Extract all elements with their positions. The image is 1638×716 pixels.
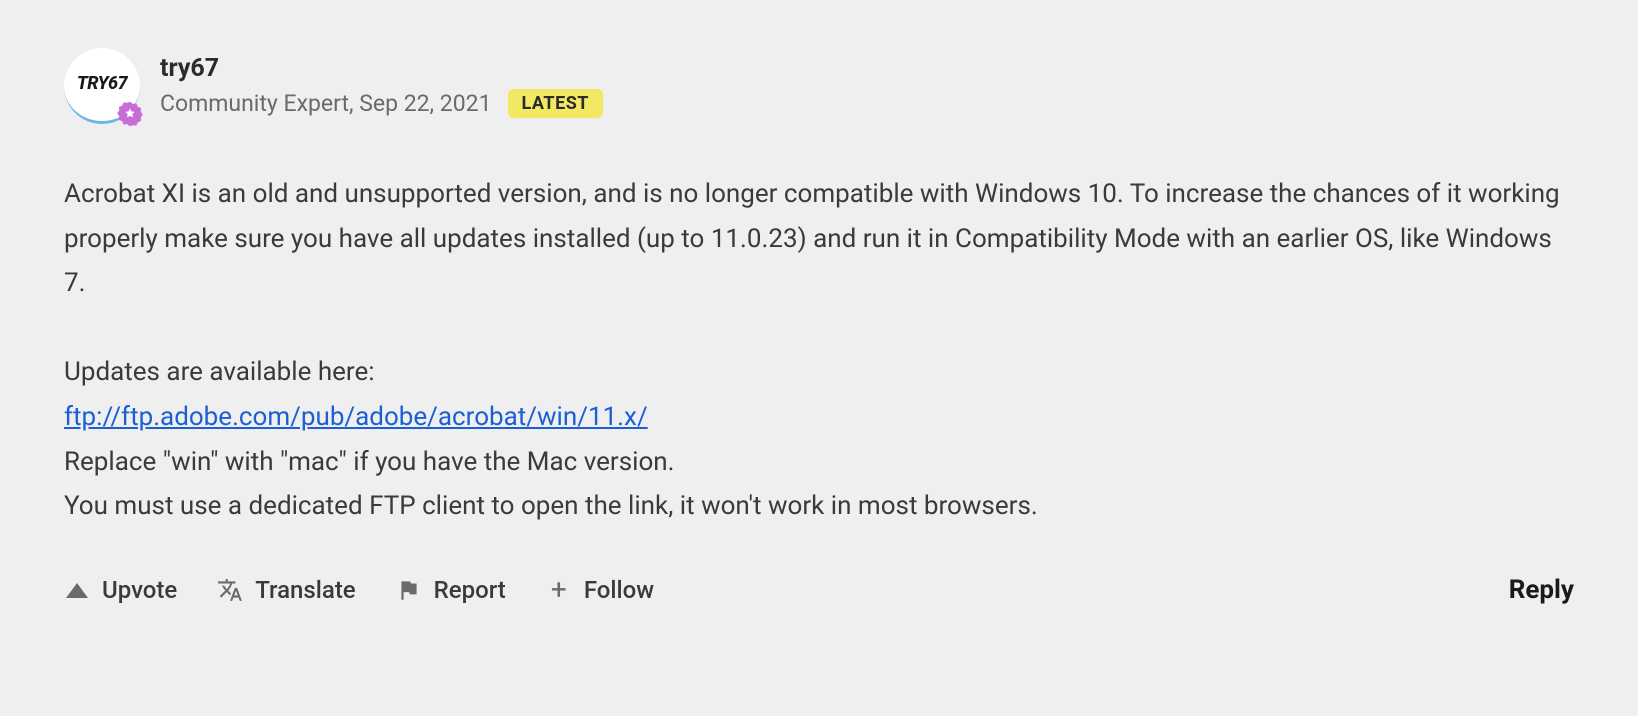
post-actions: Upvote Translate Report + Follow: [64, 576, 654, 604]
avatar-container[interactable]: TRY67: [64, 48, 140, 124]
body-paragraph: Replace "win" with "mac" if you have the…: [64, 440, 1574, 485]
translate-button[interactable]: Translate: [217, 576, 355, 604]
username-link[interactable]: try67: [160, 54, 603, 83]
flag-icon: [396, 577, 422, 603]
post-body: Acrobat XI is an old and unsupported ver…: [64, 172, 1574, 529]
translate-icon: [217, 577, 243, 603]
avatar-text: TRY67: [77, 75, 127, 93]
upvote-icon: [64, 577, 90, 603]
post-meta: try67 Community Expert, Sep 22, 2021 LAT…: [160, 48, 603, 118]
upvote-label: Upvote: [102, 576, 177, 604]
plus-icon: +: [546, 577, 572, 603]
translate-label: Translate: [255, 576, 355, 604]
body-paragraph: Updates are available here:: [64, 350, 1574, 395]
role-line: Community Expert, Sep 22, 2021 LATEST: [160, 89, 603, 118]
post-date: Sep 22, 2021: [359, 90, 491, 117]
role-date: Community Expert, Sep 22, 2021: [160, 90, 492, 117]
reply-button[interactable]: Reply: [1509, 575, 1574, 605]
body-paragraph: You must use a dedicated FTP client to o…: [64, 484, 1574, 529]
forum-post: TRY67 try67 Community Expert, Sep 22, 20…: [0, 0, 1638, 645]
body-paragraph: ftp://ftp.adobe.com/pub/adobe/acrobat/wi…: [64, 395, 1574, 440]
body-paragraph: Acrobat XI is an old and unsupported ver…: [64, 172, 1574, 306]
report-label: Report: [434, 576, 506, 604]
latest-badge: LATEST: [508, 89, 603, 118]
report-button[interactable]: Report: [396, 576, 506, 604]
ftp-link[interactable]: ftp://ftp.adobe.com/pub/adobe/acrobat/wi…: [64, 402, 648, 432]
star-badge-icon: [116, 100, 144, 128]
post-header: TRY67 try67 Community Expert, Sep 22, 20…: [64, 48, 1574, 124]
upvote-button[interactable]: Upvote: [64, 576, 177, 604]
user-role: Community Expert: [160, 90, 349, 117]
follow-button[interactable]: + Follow: [546, 576, 654, 604]
actions-row: Upvote Translate Report + Follow Reply: [64, 575, 1574, 605]
follow-label: Follow: [584, 576, 654, 604]
